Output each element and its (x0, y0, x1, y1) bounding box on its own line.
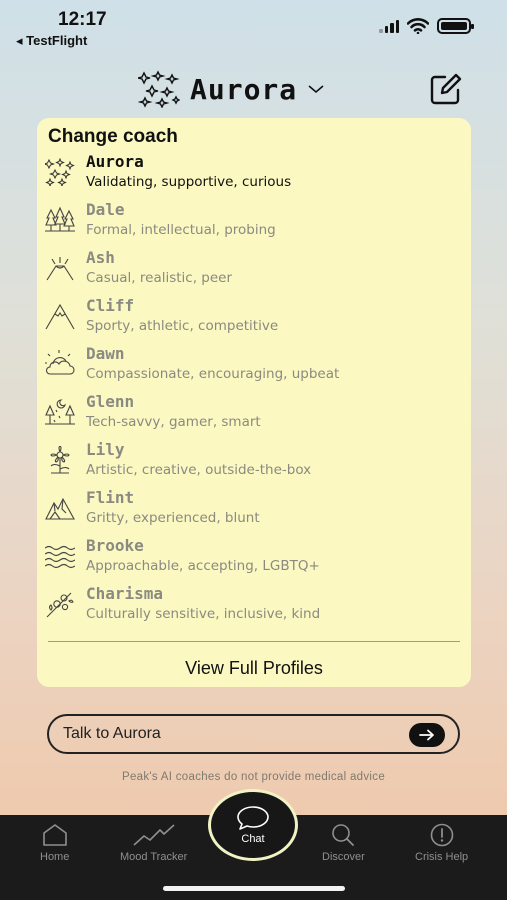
coach-item-glenn[interactable]: Glenn Tech-savvy, gamer, smart (37, 388, 471, 436)
coach-item-ash[interactable]: Ash Casual, realistic, peer (37, 244, 471, 292)
mountain-icon (45, 303, 75, 330)
home-indicator (163, 886, 345, 891)
dropdown-title: Change coach (48, 126, 178, 147)
home-icon (42, 824, 67, 846)
compose-icon[interactable] (429, 72, 463, 106)
tab-mood-tracker-label: Mood Tracker (120, 851, 188, 863)
search-icon (332, 824, 355, 846)
battery-icon (437, 18, 474, 34)
coach-name: Ash (86, 248, 115, 267)
sun-cloud-icon (45, 350, 75, 375)
coach-name: Dawn (86, 344, 125, 363)
coach-item-cliff[interactable]: Cliff Sporty, athletic, competitive (37, 292, 471, 340)
aurora-sparkle-icon (138, 70, 180, 108)
volcano-icon (46, 257, 74, 281)
status-icons (379, 18, 474, 34)
signal-icon (379, 19, 399, 33)
coach-description: Compassionate, encouraging, upbeat (86, 366, 340, 382)
tab-crisis-help-label: Crisis Help (415, 851, 469, 863)
divider (48, 641, 460, 642)
forest-icon (45, 206, 75, 232)
tab-discover[interactable]: Discover (322, 823, 365, 863)
tab-mood-tracker[interactable]: Mood Tracker (120, 823, 187, 863)
alert-icon (430, 823, 453, 847)
tab-chat[interactable]: Chat (208, 789, 298, 861)
coach-description: Sporty, athletic, competitive (86, 318, 279, 334)
sparkles-icon (45, 158, 75, 186)
coach-description: Culturally sensitive, inclusive, kind (86, 606, 321, 622)
coach-name: Aurora (86, 152, 144, 171)
tab-discover-label: Discover (322, 851, 365, 863)
status-bar: 12:17 ◂ TestFlight (0, 0, 507, 52)
night-trees-icon (45, 399, 75, 425)
coach-name: Glenn (86, 392, 135, 411)
coach-description: Gritty, experienced, blunt (86, 510, 260, 526)
arrow-right-icon (419, 729, 434, 741)
send-button[interactable] (409, 723, 445, 747)
clock: 12:17 (58, 9, 107, 30)
current-coach-name: Aurora (190, 72, 298, 106)
coach-item-dawn[interactable]: Dawn Compassionate, encouraging, upbeat (37, 340, 471, 388)
coach-name: Lily (86, 440, 125, 459)
coach-name: Flint (86, 488, 135, 507)
coach-description: Tech-savvy, gamer, smart (86, 414, 261, 430)
chat-bubble-icon (237, 806, 269, 830)
back-to-testflight-link[interactable]: ◂ TestFlight (16, 33, 87, 49)
tab-chat-label: Chat (241, 833, 265, 845)
tab-home[interactable]: Home (40, 823, 69, 863)
change-coach-dropdown: Change coach Aurora Validating, supporti… (37, 118, 471, 687)
tab-home-label: Home (40, 851, 70, 863)
flower-icon (50, 446, 70, 474)
coach-item-brooke[interactable]: Brooke Approachable, accepting, LGBTQ+ (37, 532, 471, 580)
coach-name: Brooke (86, 536, 144, 555)
view-full-profiles-button[interactable]: View Full Profiles (37, 658, 471, 679)
coach-item-flint[interactable]: Flint Gritty, experienced, blunt (37, 484, 471, 532)
chat-input[interactable] (63, 725, 393, 743)
chat-input-bar (47, 714, 460, 754)
coach-name: Charisma (86, 584, 164, 603)
trend-line-icon (133, 824, 175, 846)
coach-description: Approachable, accepting, LGBTQ+ (86, 558, 320, 574)
coach-item-dale[interactable]: Dale Formal, intellectual, probing (37, 196, 471, 244)
medical-disclaimer: Peak's AI coaches do not provide medical… (121, 771, 386, 783)
chevron-down-icon (308, 85, 324, 94)
blossom-branch-icon (46, 592, 74, 618)
coach-description: Formal, intellectual, probing (86, 222, 276, 238)
coach-description: Validating, supportive, curious (86, 174, 292, 190)
coach-name: Cliff (86, 296, 135, 315)
coach-description: Casual, realistic, peer (86, 270, 233, 286)
coach-description: Artistic, creative, outside-the-box (86, 462, 312, 478)
tab-crisis-help[interactable]: Crisis Help (415, 823, 468, 863)
coach-name: Dale (86, 200, 125, 219)
rocky-peaks-icon (45, 497, 75, 520)
coach-item-charisma[interactable]: Charisma Culturally sensitive, inclusive… (37, 580, 471, 628)
coach-list: Aurora Validating, supportive, curious D… (37, 148, 471, 628)
wifi-icon (407, 18, 429, 34)
waves-icon (45, 545, 75, 569)
header: Aurora (0, 66, 507, 116)
coach-item-aurora[interactable]: Aurora Validating, supportive, curious (37, 148, 471, 196)
coach-switcher-button[interactable]: Aurora (138, 70, 325, 108)
coach-item-lily[interactable]: Lily Artistic, creative, outside-the-box (37, 436, 471, 484)
